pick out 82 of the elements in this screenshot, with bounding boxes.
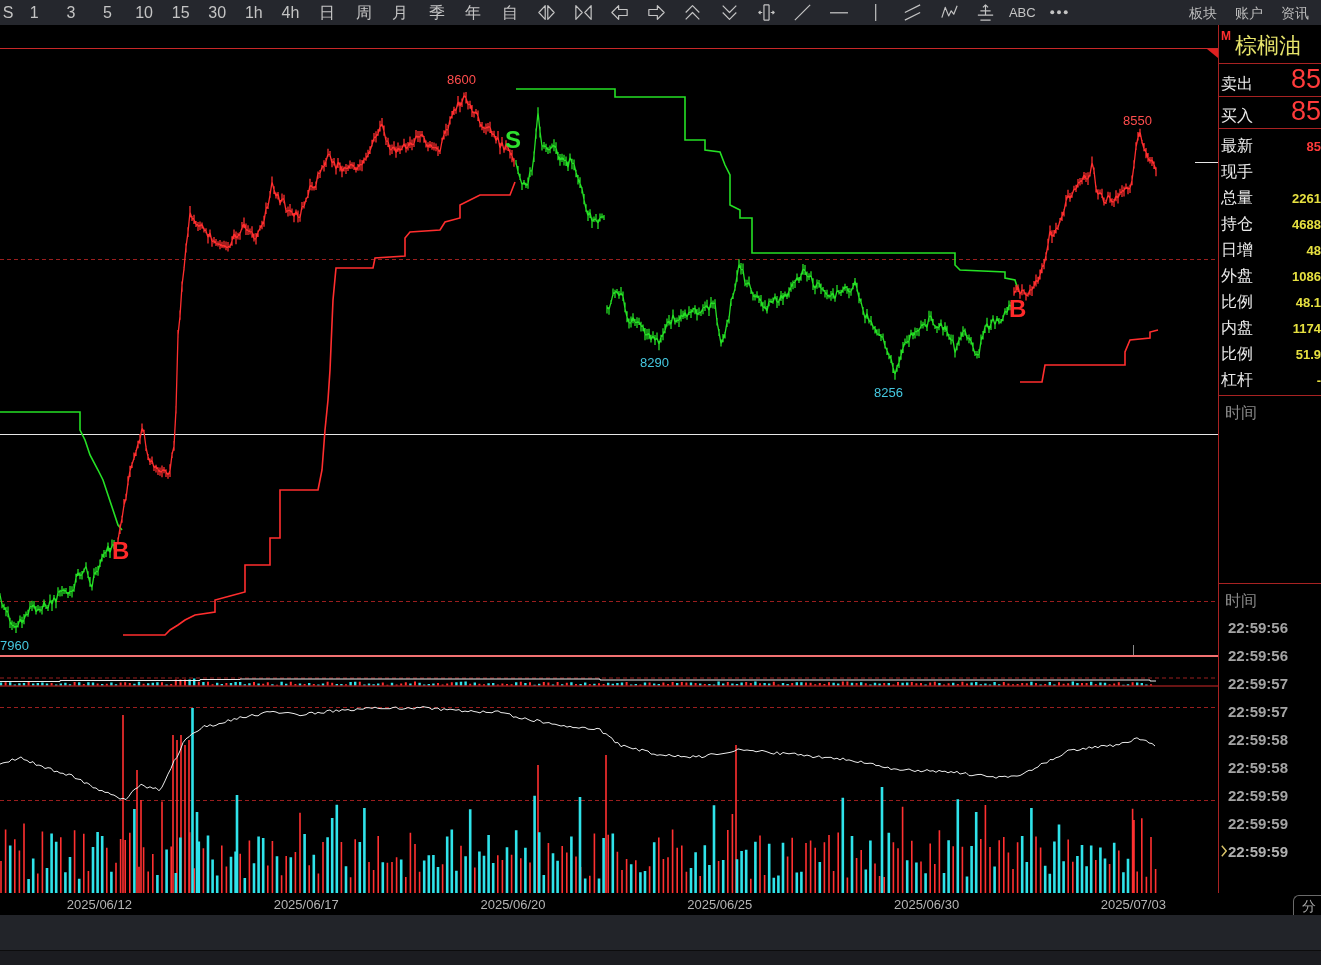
quote-value: - (1316, 372, 1321, 388)
diagonal-line-icon[interactable] (794, 4, 812, 21)
period-option[interactable]: 自 (502, 3, 518, 22)
date-label: 2025/06/12 (66, 896, 132, 912)
quote-label: 买入 (1221, 106, 1253, 126)
quote-value: 48.1 (1295, 294, 1321, 310)
quote-value: 2261 (1292, 190, 1321, 206)
vertical-line-icon[interactable] (874, 4, 878, 21)
double-chevron-up-icon[interactable] (684, 4, 702, 21)
period-option[interactable]: 3 (66, 3, 76, 22)
period-option[interactable]: 10 (135, 3, 153, 22)
period-option[interactable]: 季 (428, 3, 445, 22)
buy-signal: B (112, 538, 130, 564)
period-option[interactable]: 1 (29, 3, 39, 22)
more-icon[interactable] (1049, 10, 1068, 15)
column-heading: 时间 (1224, 590, 1258, 612)
period-option[interactable]: 日 (319, 3, 336, 22)
quote-value: 4688 (1292, 216, 1321, 232)
menu-link[interactable]: 资讯 (1281, 3, 1309, 22)
tick-time: 22:59:56 (1228, 618, 1289, 636)
price-label: 7960 (0, 639, 29, 653)
inward-triangles-icon[interactable] (574, 4, 592, 21)
quote-value: 1174 (1292, 320, 1321, 336)
menu-link[interactable]: 账户 (1235, 3, 1263, 22)
parallel-lines-icon[interactable] (904, 4, 922, 21)
quote-label: 杠杆 (1221, 370, 1253, 390)
tick-time: 22:59:56 (1228, 646, 1289, 664)
quote-price: 85 (1290, 97, 1321, 126)
quote-label: 卖出 (1221, 74, 1253, 94)
market-letter: M (1221, 30, 1231, 43)
date-label: 2025/06/20 (480, 896, 546, 912)
period-option[interactable]: 15 (171, 3, 190, 22)
date-label: 2025/07/03 (1100, 896, 1166, 912)
quote-price: 85 (1290, 65, 1321, 94)
period-option[interactable]: 周 (355, 3, 372, 22)
quote-value: 1086 (1292, 268, 1321, 284)
period-option[interactable]: 年 (465, 3, 482, 22)
quote-label: 持仓 (1221, 214, 1253, 234)
outward-triangles-icon[interactable] (538, 4, 556, 21)
tick-time: 22:59:57 (1228, 702, 1289, 720)
column-heading: 时间 (1225, 402, 1258, 424)
tick-time: 22:59:57 (1228, 674, 1289, 692)
price-label: 8550 (1123, 114, 1152, 128)
tick-time: 22:59:58 (1228, 730, 1289, 748)
text-tool[interactable]: ABC (1008, 3, 1036, 22)
quote-value: 51.9 (1295, 346, 1321, 362)
sell-signal: S (505, 127, 521, 153)
quote-label: 日增 (1221, 240, 1253, 260)
level-lines-icon[interactable] (977, 4, 995, 21)
period-option[interactable]: 5 (103, 3, 112, 22)
double-chevron-down-icon[interactable] (721, 4, 739, 21)
date-label: 2025/06/30 (894, 896, 960, 912)
quote-label: 比例 (1221, 292, 1253, 312)
quote-value: 48 (1306, 242, 1321, 258)
period-option[interactable]: 30 (208, 3, 227, 22)
period-option[interactable]: 1h (244, 3, 263, 22)
buy-signal: B (1009, 296, 1027, 322)
period-option[interactable]: 4h (281, 3, 300, 22)
tick-time: 22:59:59 (1228, 814, 1289, 832)
quote-label: 总量 (1221, 188, 1253, 208)
price-label: 8600 (447, 73, 476, 87)
quote-label: 最新 (1221, 136, 1253, 156)
horizontal-line-icon[interactable] (830, 10, 849, 15)
price-label: 8256 (874, 386, 903, 400)
zigzag-icon[interactable] (940, 4, 958, 21)
tick-time: 22:59:58 (1228, 758, 1289, 776)
tick-time: 22:59:59 (1228, 786, 1289, 804)
date-label: 2025/06/25 (687, 896, 753, 912)
menu-link[interactable]: 板块 (1189, 3, 1217, 22)
quote-value: 85 (1306, 138, 1321, 154)
period-option[interactable]: 月 (392, 3, 409, 22)
quote-label: 外盘 (1221, 266, 1253, 286)
tick-time: 22:59:59 (1228, 842, 1289, 860)
quote-label: 内盘 (1221, 318, 1253, 338)
right-arrow-icon[interactable] (647, 4, 665, 21)
quote-label: 比例 (1221, 344, 1253, 364)
period-option[interactable]: S (2, 3, 14, 22)
left-arrow-icon[interactable] (611, 4, 629, 21)
date-label: 2025/06/17 (273, 896, 339, 912)
contract-name: 棕榈油 (1235, 33, 1301, 59)
horizontal-resize-icon[interactable] (757, 4, 775, 21)
price-label: 8290 (640, 356, 669, 370)
